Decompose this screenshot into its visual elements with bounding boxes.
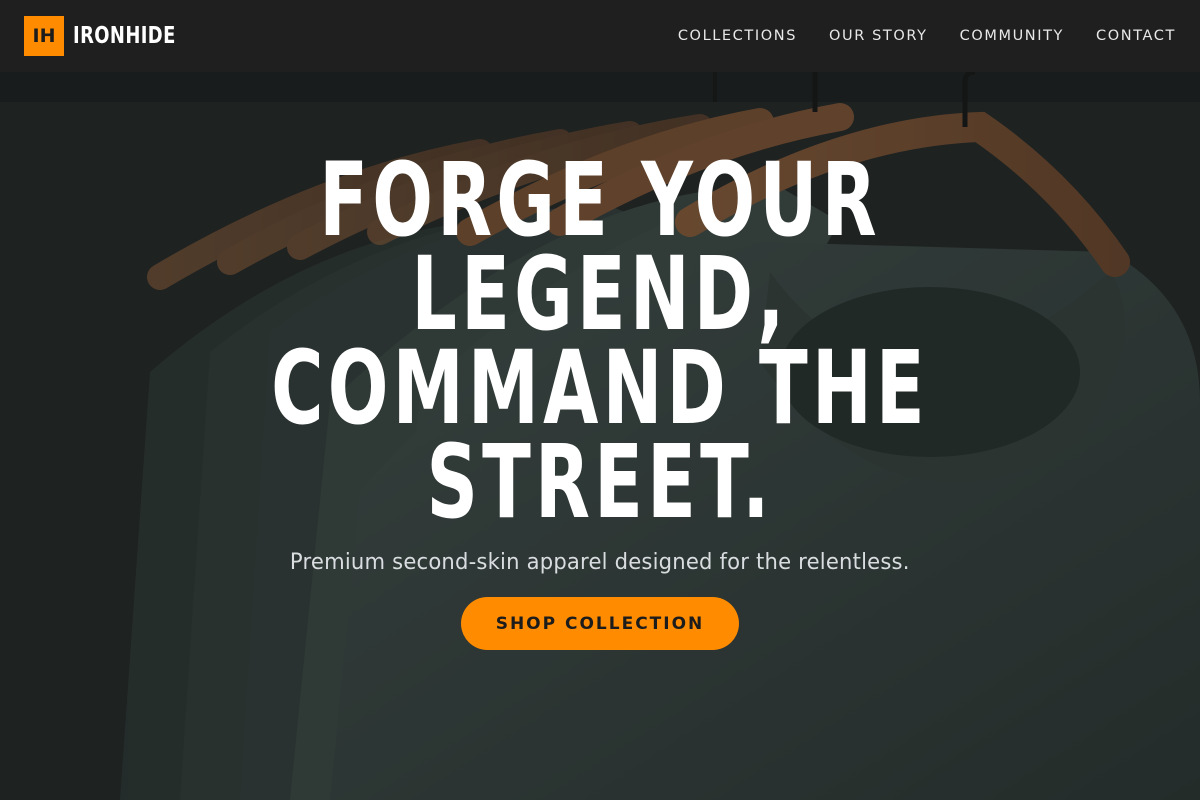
brand-name: IRONHIDE (73, 23, 176, 49)
nav-link-community[interactable]: COMMUNITY (960, 28, 1064, 44)
headline-line-2: LEGEND, (411, 235, 789, 354)
headline-line-4: STREET. (426, 423, 774, 542)
logo-mark: IH (24, 16, 64, 56)
headline-line-3: COMMAND THE (271, 329, 929, 448)
nav-link-collections[interactable]: COLLECTIONS (678, 28, 797, 44)
main-nav: COLLECTIONS OUR STORY COMMUNITY CONTACT (646, 28, 1176, 44)
brand-logo[interactable]: IH IRONHIDE (24, 16, 205, 56)
hero-section: FORGE YOUR LEGEND, COMMAND THE STREET. P… (0, 72, 1200, 800)
hero-content: FORGE YOUR LEGEND, COMMAND THE STREET. P… (0, 141, 1200, 650)
nav-link-contact[interactable]: CONTACT (1096, 28, 1176, 44)
site-header: IH IRONHIDE COLLECTIONS OUR STORY COMMUN… (0, 0, 1200, 72)
shop-collection-button[interactable]: SHOP COLLECTION (461, 597, 739, 650)
hero-tagline: Premium second-skin apparel designed for… (290, 550, 910, 575)
headline-line-1: FORGE YOUR (319, 141, 881, 260)
nav-link-our-story[interactable]: OUR STORY (829, 28, 928, 44)
hero-headline: FORGE YOUR LEGEND, COMMAND THE STREET. (0, 141, 1200, 542)
